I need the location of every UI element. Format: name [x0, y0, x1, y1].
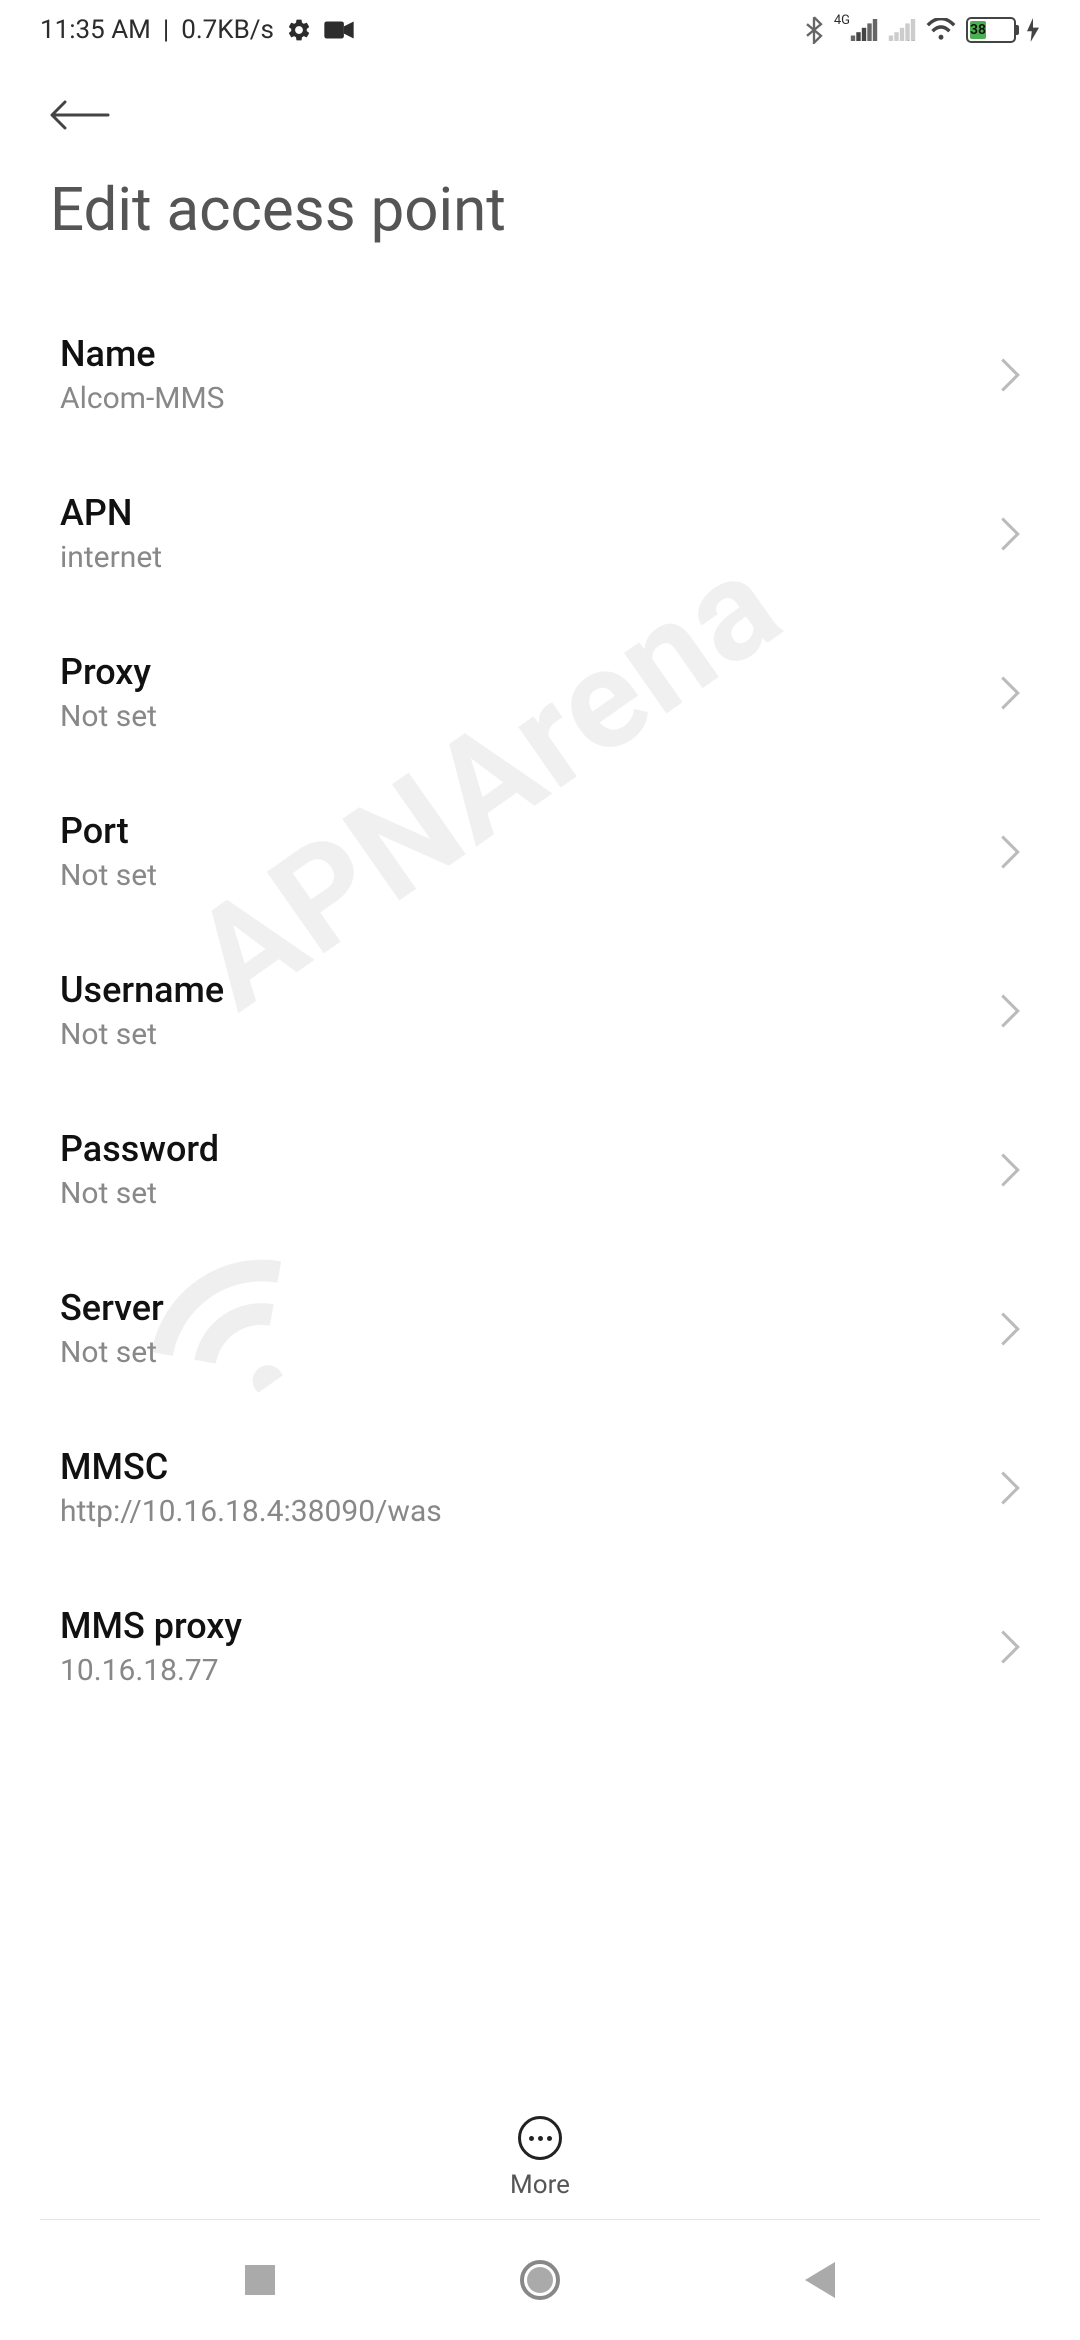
chevron-right-icon	[1000, 835, 1020, 869]
chevron-right-icon	[1000, 358, 1020, 392]
setting-row-server[interactable]: Server Not set	[50, 1249, 1030, 1408]
nav-home-button[interactable]	[520, 2260, 560, 2300]
setting-label: MMS proxy	[60, 1605, 242, 1647]
setting-value: Not set	[60, 1176, 219, 1211]
setting-value: Not set	[60, 699, 157, 734]
setting-value: Not set	[60, 1335, 164, 1370]
charging-icon	[1026, 18, 1040, 42]
gear-icon	[286, 17, 312, 43]
settings-scroll[interactable]: Name Alcom-MMS APN internet Proxy Not se…	[0, 295, 1080, 2135]
nav-back-button[interactable]	[800, 2260, 840, 2300]
setting-row-password[interactable]: Password Not set	[50, 1090, 1030, 1249]
page-title: Edit access point	[0, 154, 1080, 295]
setting-label: Password	[60, 1128, 219, 1170]
chevron-right-icon	[1000, 1630, 1020, 1664]
bluetooth-icon	[804, 16, 824, 44]
chevron-right-icon	[1000, 1471, 1020, 1505]
setting-value: Not set	[60, 858, 157, 893]
status-left: 11:35 AM | 0.7KB/s	[40, 15, 354, 45]
chevron-right-icon	[1000, 1312, 1020, 1346]
more-label: More	[510, 2170, 570, 2200]
setting-label: APN	[60, 492, 162, 534]
more-button[interactable]	[518, 2116, 562, 2160]
setting-value: http://10.16.18.4:38090/was	[60, 1494, 442, 1529]
cellular-4g-icon: 4G	[834, 19, 878, 41]
battery-level: 38	[970, 21, 986, 39]
setting-row-port[interactable]: Port Not set	[50, 772, 1030, 931]
chevron-right-icon	[1000, 994, 1020, 1028]
setting-value: internet	[60, 540, 162, 575]
setting-row-username[interactable]: Username Not set	[50, 931, 1030, 1090]
status-data-rate: 0.7KB/s	[181, 15, 274, 45]
setting-row-mms-proxy[interactable]: MMS proxy 10.16.18.77	[50, 1567, 1030, 1726]
svg-text:✕: ✕	[906, 38, 915, 41]
status-bar: 11:35 AM | 0.7KB/s 4G ✕ 38	[0, 0, 1080, 60]
setting-label: Server	[60, 1287, 164, 1329]
bottom-action-bar: More	[0, 2096, 1080, 2200]
setting-label: Proxy	[60, 651, 157, 693]
setting-row-mmsc[interactable]: MMSC http://10.16.18.4:38090/was	[50, 1408, 1030, 1567]
navigation-bar	[0, 2220, 1080, 2340]
setting-value: Alcom-MMS	[60, 381, 224, 416]
setting-label: Port	[60, 810, 157, 852]
setting-value: 10.16.18.77	[60, 1653, 242, 1688]
camera-icon	[324, 19, 354, 41]
status-time: 11:35 AM	[40, 15, 151, 45]
back-button[interactable]	[0, 60, 1080, 154]
more-dots-icon	[547, 2136, 552, 2141]
setting-row-proxy[interactable]: Proxy Not set	[50, 613, 1030, 772]
chevron-right-icon	[1000, 1153, 1020, 1187]
back-arrow-icon	[50, 100, 110, 130]
setting-row-name[interactable]: Name Alcom-MMS	[50, 295, 1030, 454]
setting-label: MMSC	[60, 1446, 442, 1488]
chevron-right-icon	[1000, 676, 1020, 710]
nav-recents-button[interactable]	[240, 2260, 280, 2300]
status-right: 4G ✕ 38	[804, 16, 1040, 44]
setting-value: Not set	[60, 1017, 224, 1052]
cellular-nosim-icon: ✕	[888, 19, 916, 41]
setting-row-apn[interactable]: APN internet	[50, 454, 1030, 613]
square-icon	[245, 2265, 275, 2295]
more-dots-icon	[538, 2136, 543, 2141]
setting-label: Username	[60, 969, 224, 1011]
status-divider: |	[163, 15, 169, 45]
more-dots-icon	[529, 2136, 534, 2141]
wifi-icon	[926, 18, 956, 42]
battery-icon: 38	[966, 17, 1016, 43]
circle-icon	[520, 2260, 560, 2300]
settings-list: Name Alcom-MMS APN internet Proxy Not se…	[0, 295, 1080, 1726]
triangle-icon	[805, 2262, 835, 2298]
setting-label: Name	[60, 333, 224, 375]
chevron-right-icon	[1000, 517, 1020, 551]
